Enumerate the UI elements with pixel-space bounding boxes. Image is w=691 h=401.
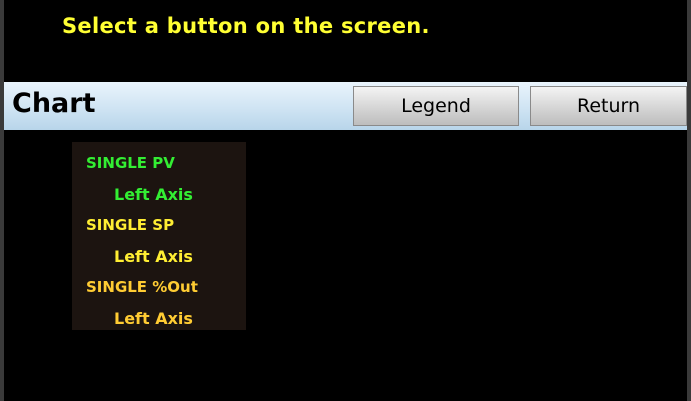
legend-button[interactable]: Legend (353, 86, 519, 126)
legend-entry-name: SINGLE PV (86, 154, 175, 172)
legend-entry-axis: Left Axis (114, 309, 193, 328)
header-bar: Chart Legend Return (4, 82, 687, 130)
legend-entry-axis: Left Axis (114, 185, 193, 204)
chart-legend-panel: SINGLE PV Left Axis SINGLE SP Left Axis … (72, 142, 246, 330)
legend-entry-name: SINGLE SP (86, 216, 175, 234)
legend-entry-name: SINGLE %Out (86, 278, 198, 296)
instruction-prompt: Select a button on the screen. (62, 14, 430, 38)
page-title: Chart (12, 88, 96, 119)
hmi-screen: Select a button on the screen. Chart Leg… (0, 0, 691, 401)
return-button[interactable]: Return (530, 86, 687, 126)
legend-entry-axis: Left Axis (114, 247, 193, 266)
